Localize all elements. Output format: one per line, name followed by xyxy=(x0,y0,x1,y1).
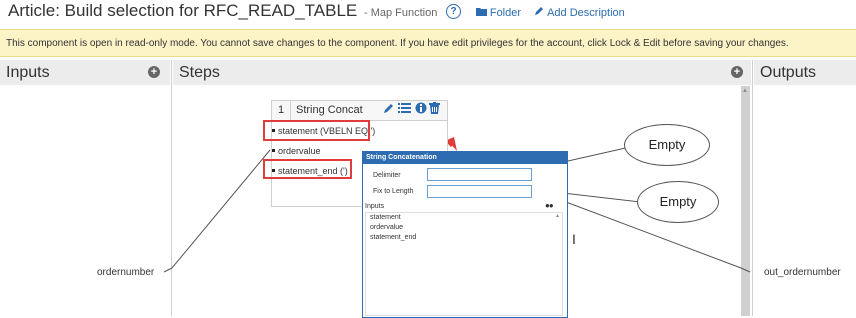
step-port[interactable]: ordervalue xyxy=(272,146,321,156)
dialog-inputs-label: Inputs xyxy=(365,203,385,210)
scroll-up-arrow-icon[interactable]: ▲ xyxy=(555,213,560,219)
fix-length-input[interactable] xyxy=(427,185,532,198)
input-connector xyxy=(163,149,271,273)
dialog-inputs-list[interactable]: statement ordervalue statement_end ▲ xyxy=(365,212,563,316)
edit-icon[interactable] xyxy=(383,102,395,117)
step-name: String Concat xyxy=(296,104,363,116)
remove-circle-icon[interactable]: ● xyxy=(549,201,554,210)
cursor-icon: I xyxy=(572,231,576,247)
dialog-title: String Concatenation xyxy=(363,152,567,164)
annotation-callout: Empty xyxy=(637,181,719,223)
step-card-header: 1 String Concat xyxy=(272,101,447,121)
step-number: 1 xyxy=(272,101,291,120)
port-label: ordervalue xyxy=(278,146,321,156)
list-item[interactable]: statement xyxy=(370,214,401,221)
highlight-box xyxy=(263,159,352,179)
annotation-callout: Empty xyxy=(624,124,710,166)
fix-length-label: Fix to Length xyxy=(373,188,414,195)
delimiter-input[interactable] xyxy=(427,168,532,181)
list-item[interactable]: ordervalue xyxy=(370,224,403,231)
string-concatenation-dialog: String Concatenation Delimiter Fix to Le… xyxy=(362,151,568,318)
highlight-box xyxy=(263,120,370,141)
trash-icon[interactable] xyxy=(429,102,440,117)
output-field-ordernumber[interactable]: out_ordernumber xyxy=(764,267,841,278)
info-icon[interactable] xyxy=(415,102,427,117)
port-dot xyxy=(272,149,275,152)
list-icon[interactable] xyxy=(398,102,411,117)
input-field-ordernumber[interactable]: ordernumber xyxy=(97,267,154,278)
dialog-inputs-actions: ●● xyxy=(545,201,554,210)
list-item[interactable]: statement_end xyxy=(370,234,416,241)
delimiter-label: Delimiter xyxy=(373,172,401,179)
